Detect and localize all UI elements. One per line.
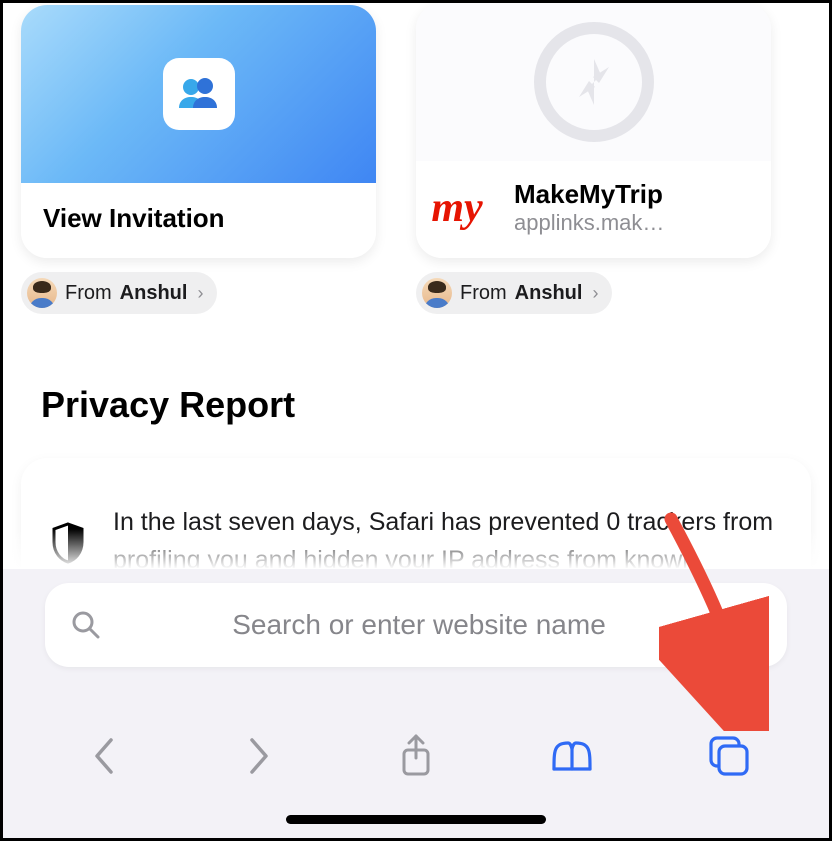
forward-button[interactable] xyxy=(230,732,290,780)
site-title: MakeMyTrip xyxy=(514,179,771,210)
invitation-card-hero xyxy=(21,5,376,183)
group-icon-tile xyxy=(163,58,235,130)
bookmarks-icon xyxy=(548,737,596,775)
from-name: Anshul xyxy=(515,282,583,305)
invitation-card[interactable]: View Invitation xyxy=(21,5,376,258)
site-subtitle: applinks.mak… xyxy=(514,210,714,236)
site-card-column: my MakeMyTrip applinks.mak… From Anshul … xyxy=(416,3,771,314)
from-prefix: From xyxy=(65,282,112,305)
back-button[interactable] xyxy=(73,732,133,780)
mic-icon[interactable] xyxy=(737,608,761,642)
avatar-icon xyxy=(422,278,452,308)
home-indicator xyxy=(286,815,546,824)
invitation-card-column: View Invitation From Anshul › xyxy=(21,5,376,314)
share-button[interactable] xyxy=(386,732,446,780)
site-card-footer: my MakeMyTrip applinks.mak… xyxy=(416,161,771,258)
bottom-panel: Search or enter website name xyxy=(3,568,829,838)
group-icon xyxy=(177,76,221,112)
privacy-report-heading: Privacy Report xyxy=(21,384,811,426)
search-icon xyxy=(71,610,101,640)
site-card-hero xyxy=(416,3,771,161)
address-bar[interactable]: Search or enter website name xyxy=(45,583,787,667)
from-chip-invitation[interactable]: From Anshul › xyxy=(21,272,217,314)
forward-icon xyxy=(248,736,272,776)
toolbar xyxy=(3,732,829,780)
shared-cards-row: View Invitation From Anshul › xyxy=(21,3,811,314)
compass-icon xyxy=(534,22,654,142)
chevron-right-icon: › xyxy=(592,283,598,304)
address-bar-placeholder: Search or enter website name xyxy=(121,609,717,641)
from-prefix: From xyxy=(460,282,507,305)
back-icon xyxy=(91,736,115,776)
from-chip-site[interactable]: From Anshul › xyxy=(416,272,612,314)
invitation-card-label: View Invitation xyxy=(21,183,376,258)
chevron-right-icon: › xyxy=(197,283,203,304)
bookmarks-button[interactable] xyxy=(542,732,602,780)
avatar-icon xyxy=(27,278,57,308)
from-name: Anshul xyxy=(120,282,188,305)
site-logo-text: my xyxy=(416,187,498,229)
share-icon xyxy=(398,734,434,778)
tabs-icon xyxy=(707,734,751,778)
tabs-button[interactable] xyxy=(699,732,759,780)
site-card[interactable]: my MakeMyTrip applinks.mak… xyxy=(416,3,771,258)
